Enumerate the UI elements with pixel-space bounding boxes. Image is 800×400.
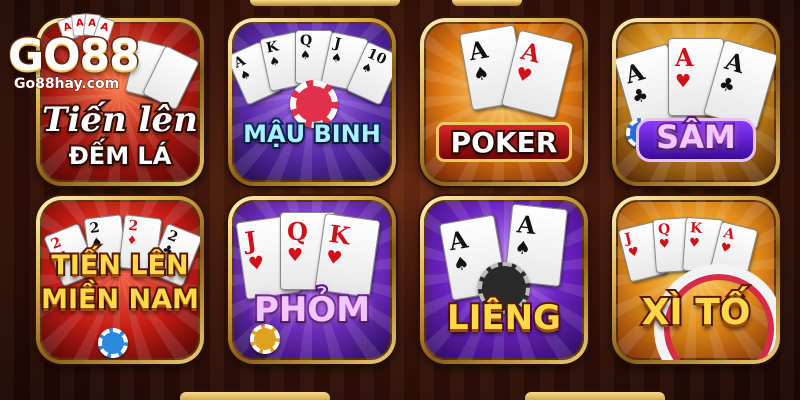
game-tile-lieng[interactable]: A ♠ A ♠ LIÊNG [420,196,588,364]
logo-wordmark: GO88 [7,29,142,83]
game-title: MẬU BINH [241,118,383,150]
game-subtitle: ĐẾM LÁ [67,140,174,172]
game-tile-tien-len-mien-nam[interactable]: 2 ♥ 2 ♠ 2 ♦ 2 ♣ TIẾN LÊN MIỀN NAM [36,196,204,364]
game-tile-xi-to[interactable]: J ♥ Q ♥ K ♥ A ♥ XÌ TỐ [612,196,780,364]
game-title: TIẾN LÊN [49,248,190,283]
game-subtitle: MIỀN NAM [40,282,200,317]
bottom-decoration [180,392,330,400]
logo-site-url: Go88hay.com [13,76,120,93]
game-title: POKER [449,124,560,161]
game-tile-sam[interactable]: A ♣ A ♥ A ♣ SÂM [612,18,780,186]
brand-logo: A A A A GO88 Go88hay.com [7,13,176,93]
bottom-decoration [525,392,665,400]
game-tile-phom[interactable]: J ♥ Q ♥ K ♥ PHỎM [228,196,396,364]
game-title: PHỎM [252,288,372,332]
game-tile-poker[interactable]: A ♠ A ♥ POKER [420,18,588,186]
game-title: XÌ TỐ [640,290,753,335]
top-decoration [452,0,522,6]
game-tile-mau-binh[interactable]: A ♠ K ♠ Q ♠ J ♠ 10 ♠ MẬU BINH [228,18,396,186]
playing-card: K ♥ [314,212,381,298]
top-decoration [250,0,400,6]
game-lobby: A A A A GO88 Go88hay.com Tiến lên ĐẾM LÁ… [0,0,800,400]
game-title: SÂM [654,116,738,158]
game-title: LIÊNG [445,296,563,340]
game-title: Tiến lên [40,98,200,142]
poker-chip [98,328,128,358]
